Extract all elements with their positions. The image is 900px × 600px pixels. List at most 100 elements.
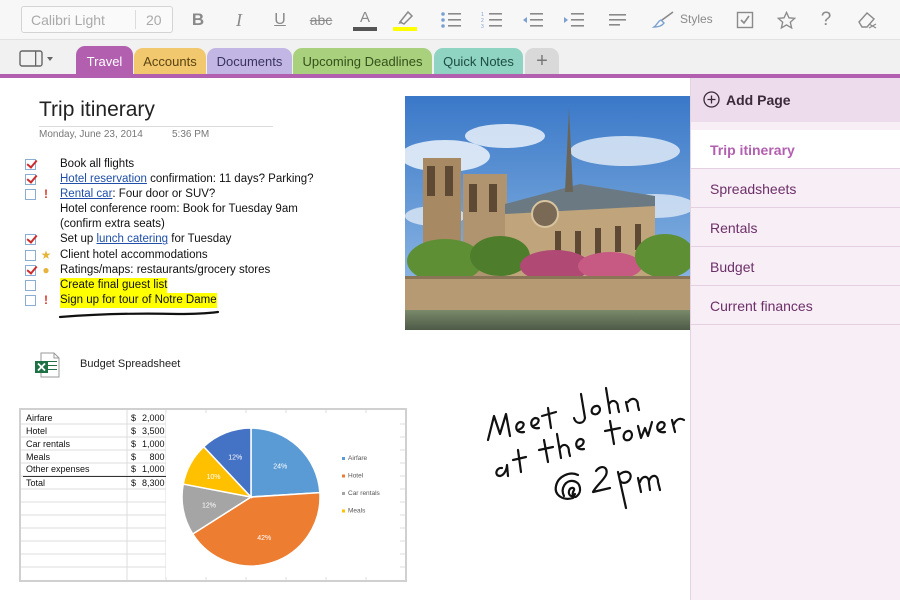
spreadsheet-cell[interactable]: Airfare bbox=[23, 411, 125, 424]
todo-checkbox[interactable] bbox=[25, 279, 36, 291]
todo-item[interactable]: ! Sign up for tour of Notre Dame bbox=[24, 292, 404, 308]
bold-button[interactable]: B bbox=[188, 8, 208, 32]
page-item-current-finances[interactable]: Current finances bbox=[691, 286, 900, 325]
spreadsheet-cell[interactable]: 8,300 bbox=[139, 475, 168, 489]
checked-checkbox[interactable] bbox=[25, 159, 36, 170]
add-page-button[interactable]: Add Page bbox=[691, 78, 900, 122]
spreadsheet-cell[interactable]: $ bbox=[125, 450, 139, 463]
tab-accounts[interactable]: Accounts bbox=[134, 48, 206, 75]
notre-dame-photo[interactable] bbox=[405, 96, 690, 330]
tab-travel[interactable]: Travel bbox=[76, 46, 133, 76]
pie-slice-label: 12% bbox=[228, 455, 242, 462]
todo-text[interactable]: Ratings/maps: restaurants/grocery stores bbox=[60, 263, 270, 278]
page-item-spreadsheets[interactable]: Spreadsheets bbox=[691, 169, 900, 208]
todo-checkbox[interactable] bbox=[25, 249, 36, 261]
todo-item[interactable]: Create final guest list bbox=[24, 277, 404, 293]
legend-entry: Hotel bbox=[348, 473, 364, 480]
favorite-button[interactable] bbox=[774, 8, 798, 32]
attachment-label[interactable]: Budget Spreadsheet bbox=[80, 358, 180, 370]
tab-documents[interactable]: Documents bbox=[207, 48, 292, 75]
todo-checkbox[interactable] bbox=[25, 294, 36, 306]
styles-button[interactable] bbox=[650, 8, 678, 32]
tab-quick-notes[interactable]: Quick Notes bbox=[434, 48, 523, 75]
todo-item[interactable]: ! Rental car: Four door or SUV? bbox=[24, 187, 404, 202]
todo-text[interactable]: Hotel conference room: Book for Tuesday … bbox=[60, 202, 298, 217]
todo-text[interactable]: Book all flights bbox=[60, 157, 134, 172]
spreadsheet-cell[interactable]: Other expenses bbox=[23, 463, 125, 476]
spreadsheet-row: Airfare $2,000 bbox=[23, 411, 168, 424]
spreadsheet-cell[interactable]: 800 bbox=[139, 450, 168, 463]
outdent-button[interactable] bbox=[520, 8, 546, 32]
page-item-label: Spreadsheets bbox=[710, 181, 797, 197]
numbered-list-button[interactable]: 123 bbox=[479, 8, 505, 32]
checked-checkbox[interactable] bbox=[25, 264, 36, 276]
spreadsheet-row: Meals $800 bbox=[23, 450, 168, 463]
todo-item[interactable]: Hotel conference room: Book for Tuesday … bbox=[24, 202, 404, 217]
spreadsheet-cell[interactable]: 1,000 bbox=[139, 437, 168, 450]
underline-button[interactable]: U bbox=[270, 8, 290, 32]
spreadsheet-cell[interactable]: Total bbox=[23, 475, 125, 489]
spreadsheet-cell[interactable]: 1,000 bbox=[139, 463, 168, 476]
spreadsheet-cell[interactable]: $ bbox=[125, 437, 139, 450]
help-button[interactable]: ? bbox=[815, 8, 837, 32]
add-section-button[interactable]: + bbox=[525, 48, 559, 75]
checked-checkbox[interactable] bbox=[25, 174, 36, 186]
todo-item[interactable]: Set up lunch catering for Tuesday bbox=[24, 232, 404, 247]
todo-text[interactable]: Create final guest list bbox=[60, 277, 168, 293]
spreadsheet-cell[interactable]: 2,000 bbox=[139, 411, 168, 424]
todo-text[interactable]: (confirm extra seats) bbox=[60, 217, 165, 232]
spreadsheet-cell[interactable]: $ bbox=[125, 475, 139, 489]
page-item-trip-itinerary[interactable]: Trip itinerary bbox=[691, 130, 900, 169]
todo-item[interactable]: Book all flights bbox=[24, 157, 404, 172]
spreadsheet-cell[interactable]: Hotel bbox=[23, 424, 125, 437]
todo-item[interactable]: ★ Client hotel accommodations bbox=[24, 248, 404, 263]
star-tag-icon: ★ bbox=[40, 247, 52, 262]
tab-upcoming-deadlines[interactable]: Upcoming Deadlines bbox=[293, 48, 432, 75]
idea-bulb-icon: ● bbox=[42, 262, 50, 277]
todo-text[interactable]: Hotel reservation confirmation: 11 days?… bbox=[60, 172, 314, 187]
spreadsheet-cell[interactable]: 3,500 bbox=[139, 424, 168, 437]
styles-label[interactable]: Styles bbox=[680, 12, 713, 26]
spreadsheet-cell[interactable]: Car rentals bbox=[23, 437, 125, 450]
align-button[interactable] bbox=[605, 8, 631, 32]
todo-text[interactable]: Client hotel accommodations bbox=[60, 248, 208, 263]
notebook-switcher-icon[interactable] bbox=[19, 50, 57, 68]
todo-text[interactable]: Set up lunch catering for Tuesday bbox=[60, 232, 231, 247]
spreadsheet-cell[interactable]: Meals bbox=[23, 450, 125, 463]
todo-text[interactable]: Sign up for tour of Notre Dame bbox=[60, 292, 217, 308]
todo-link[interactable]: Rental car bbox=[60, 188, 112, 200]
page-item-label: Budget bbox=[710, 259, 755, 275]
page-item-budget[interactable]: Budget bbox=[691, 247, 900, 286]
todo-tag-button[interactable] bbox=[733, 8, 757, 32]
todo-link[interactable]: Hotel reservation bbox=[60, 173, 147, 185]
font-color-button[interactable]: A bbox=[352, 8, 378, 32]
legend-swatch bbox=[342, 474, 345, 478]
font-size-value[interactable]: 20 bbox=[146, 12, 162, 28]
spreadsheet-cell[interactable]: $ bbox=[125, 411, 139, 424]
highlight-button[interactable] bbox=[392, 8, 418, 32]
font-name-value[interactable]: Calibri Light bbox=[31, 12, 105, 28]
todo-item[interactable]: (confirm extra seats) bbox=[24, 217, 404, 232]
bullet-list-icon bbox=[441, 12, 461, 28]
todo-link[interactable]: lunch catering bbox=[96, 233, 168, 245]
strikethrough-button[interactable]: abc bbox=[305, 8, 337, 32]
todo-text[interactable]: Rental car: Four door or SUV? bbox=[60, 187, 215, 202]
font-divider bbox=[135, 10, 136, 29]
clear-format-button[interactable] bbox=[854, 8, 880, 32]
bullet-list-button[interactable] bbox=[438, 8, 464, 32]
page-item-rentals[interactable]: Rentals bbox=[691, 208, 900, 247]
page-title[interactable]: Trip itinerary bbox=[39, 98, 155, 122]
todo-list: Book all flights Hotel reservation confir… bbox=[24, 157, 404, 308]
embedded-spreadsheet[interactable]: Airfare $2,000 Hotel $3,500 Car rentals $1,00… bbox=[19, 408, 407, 582]
todo-item[interactable]: ● Ratings/maps: restaurants/grocery store… bbox=[24, 263, 404, 278]
todo-item[interactable]: Hotel reservation confirmation: 11 days?… bbox=[24, 172, 404, 187]
spreadsheet-total-row: Total $8,300 bbox=[23, 475, 168, 489]
checked-checkbox[interactable] bbox=[25, 234, 36, 246]
italic-button[interactable]: I bbox=[229, 8, 249, 32]
indent-button[interactable] bbox=[561, 8, 587, 32]
spreadsheet-cell[interactable]: $ bbox=[125, 424, 139, 437]
todo-checkbox[interactable] bbox=[25, 189, 36, 201]
excel-file-icon[interactable] bbox=[35, 352, 61, 378]
font-selector[interactable]: Calibri Light 20 bbox=[21, 6, 173, 33]
spreadsheet-cell[interactable]: $ bbox=[125, 463, 139, 476]
